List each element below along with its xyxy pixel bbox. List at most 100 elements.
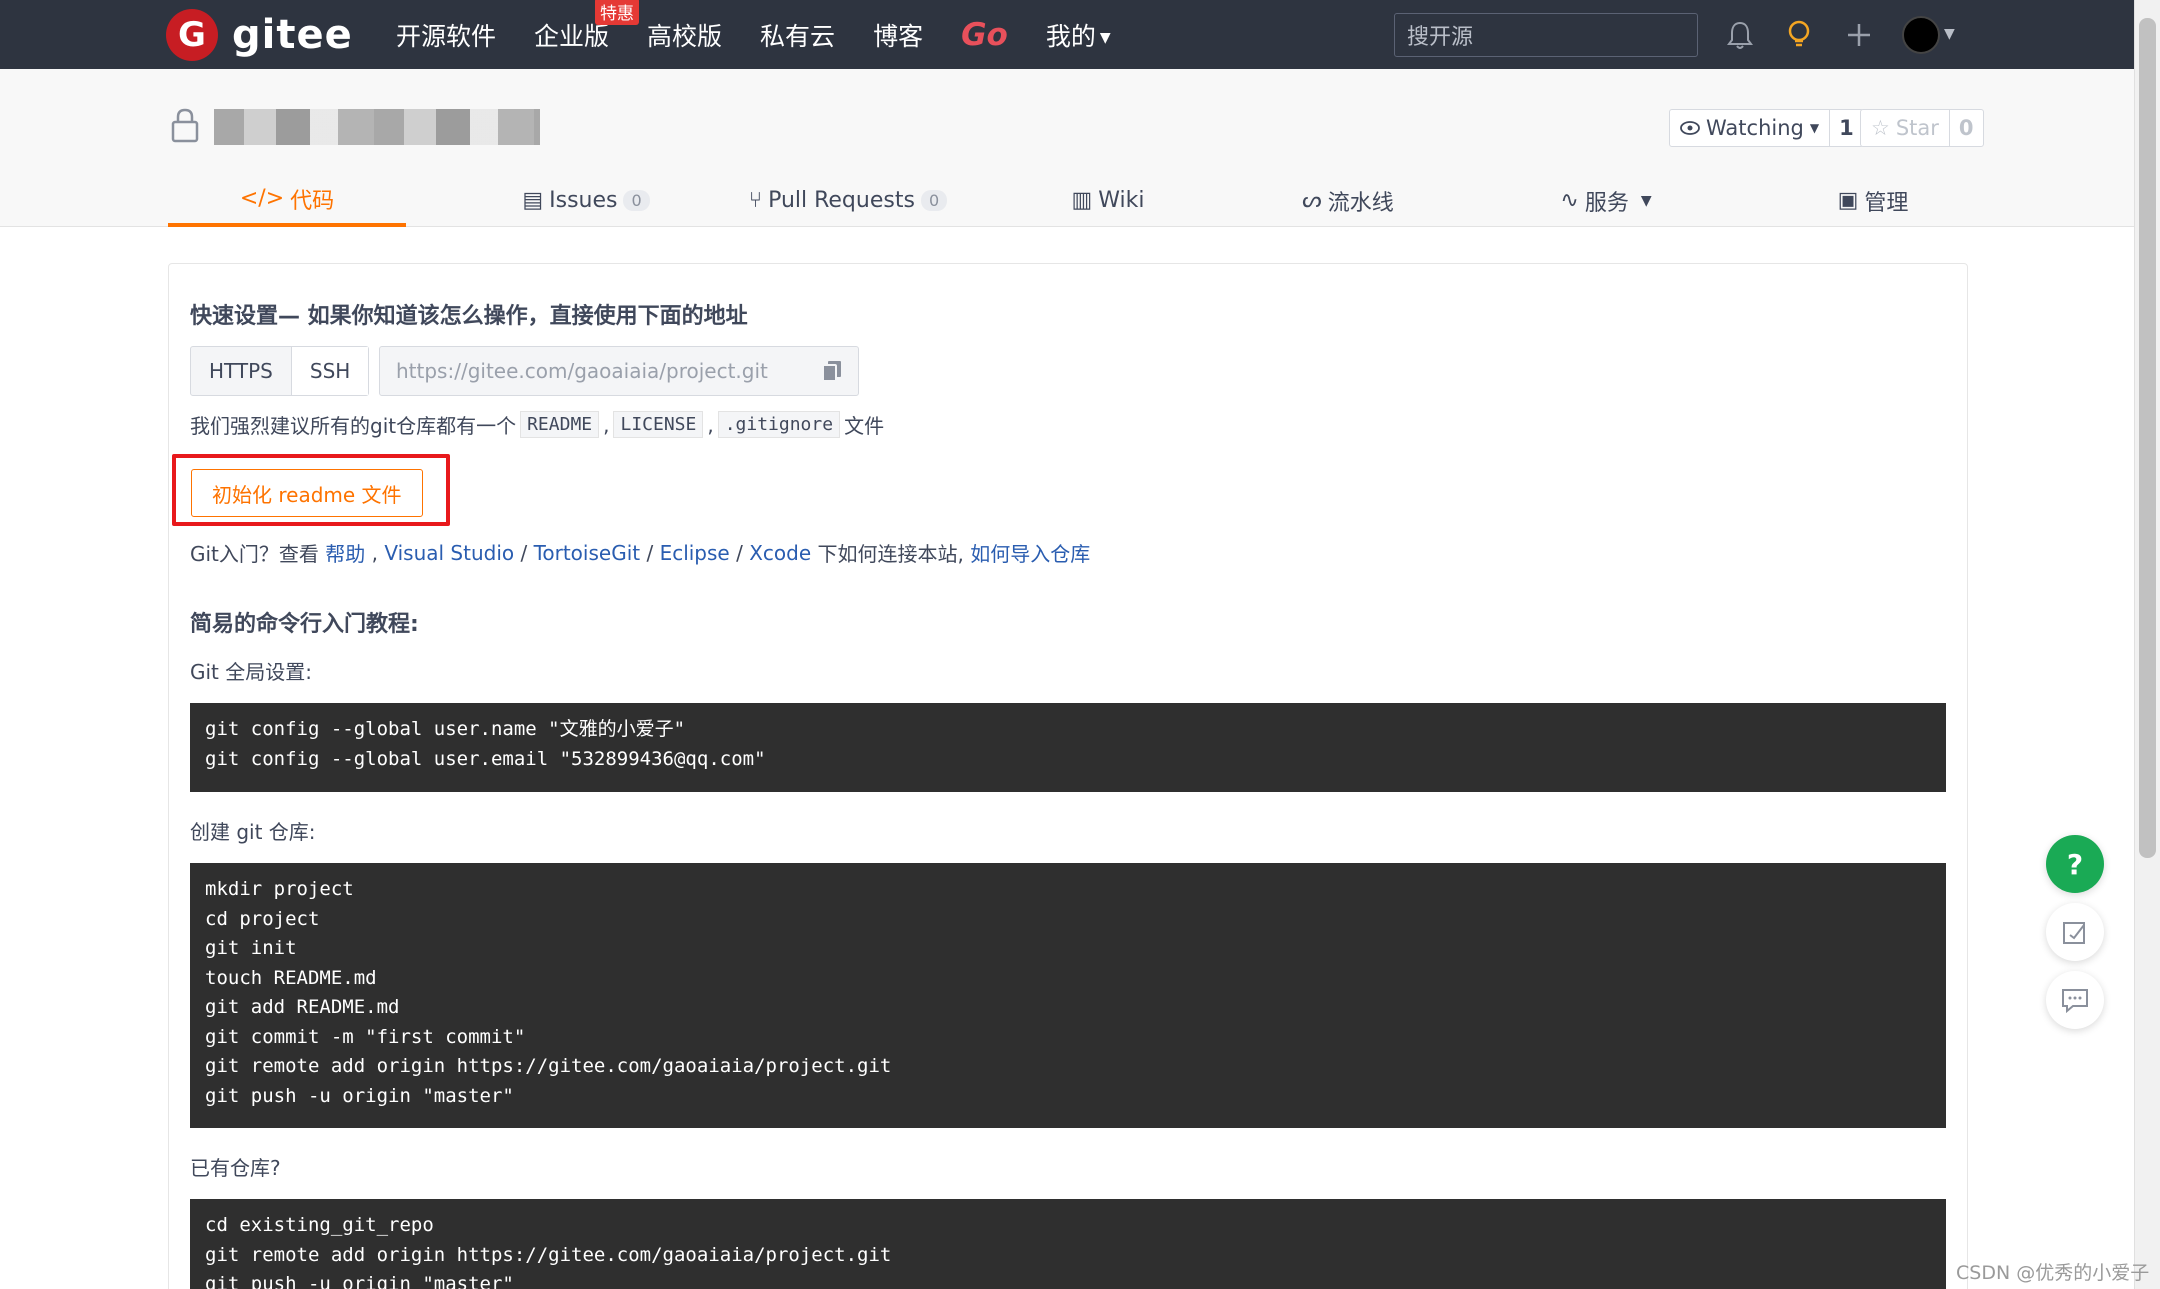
repo-tabs: </> 代码 ▤ Issues 0 ⑂ Pull Requests 0 ▥ Wi… <box>168 174 1968 227</box>
tab-pipeline[interactable]: ᔕ 流水线 <box>1278 174 1418 227</box>
chat-icon <box>2062 989 2088 1013</box>
tab-code-label: 代码 <box>290 188 335 214</box>
scrollbar-thumb[interactable] <box>2139 18 2156 858</box>
nav-open-source[interactable]: 开源软件 <box>396 17 496 53</box>
avatar-chevron-down-icon[interactable]: ▼ <box>1944 26 1955 42</box>
pull-request-icon: ⑂ <box>748 188 763 213</box>
nav-blog[interactable]: 博客 <box>873 17 923 53</box>
tab-issues-label: Issues <box>549 188 618 213</box>
tab-manage-label: 管理 <box>1864 190 1909 216</box>
create-repo-code[interactable]: mkdir project cd project git init touch … <box>190 863 1946 1128</box>
tab-wiki[interactable]: ▥ Wiki <box>1048 174 1168 227</box>
help-line: Git入门？查看 帮助 , Visual Studio / TortoiseGi… <box>190 538 1090 567</box>
eclipse-link[interactable]: Eclipse <box>660 541 730 565</box>
visual-studio-link[interactable]: Visual Studio <box>384 541 514 565</box>
star-label: Star <box>1895 116 1939 140</box>
help-suffix: 下如何连接本站, <box>817 542 964 566</box>
book-icon: ▥ <box>1071 188 1093 213</box>
tab-code[interactable]: </> 代码 <box>168 174 406 227</box>
tab-issues[interactable]: ▤ Issues 0 <box>486 174 686 227</box>
init-readme-button[interactable]: 初始化 readme 文件 <box>191 469 423 517</box>
create-repo-label: 创建 git 仓库: <box>190 820 316 844</box>
tab-pipeline-label: 流水线 <box>1327 190 1394 216</box>
gitee-logo-icon: G <box>166 9 218 61</box>
edit-icon <box>2063 922 2085 944</box>
clone-url-input[interactable]: https://gitee.com/gaoaiaia/project.git <box>379 346 859 396</box>
tab-wiki-label: Wiki <box>1098 188 1145 213</box>
nav-links: 开源软件 企业版 特惠 高校版 私有云 博客 Go 我的 ▼ <box>396 0 1149 69</box>
issues-count: 0 <box>623 190 650 211</box>
global-config-code[interactable]: git config --global user.name "文雅的小爱子" g… <box>190 703 1946 792</box>
pulls-count: 0 <box>920 190 948 211</box>
star-button[interactable]: ☆ Star <box>1861 110 1950 146</box>
search-input[interactable]: 搜开源 <box>1394 13 1698 57</box>
quick-setup-panel: 快速设置— 如果你知道该怎么操作，直接使用下面的地址 HTTPS SSH htt… <box>168 263 1968 1289</box>
page-scrollbar[interactable] <box>2134 0 2160 1289</box>
services-chevron-down-icon: ▼ <box>1640 192 1652 209</box>
comma-1: , <box>603 412 610 437</box>
import-repo-link[interactable]: 如何导入仓库 <box>970 538 1090 567</box>
chevron-down-icon: ▼ <box>1099 29 1111 46</box>
nav-mine-label: 我的 <box>1045 21 1096 51</box>
comma-2: , <box>707 412 714 437</box>
nav-enterprise[interactable]: 企业版 特惠 <box>534 0 640 53</box>
recommend-suffix: 文件 <box>844 414 885 438</box>
nav-education[interactable]: 高校版 <box>647 17 722 53</box>
star-button-group: ☆ Star 0 <box>1860 109 1984 147</box>
watch-chevron-down-icon: ▼ <box>1809 121 1820 135</box>
tab-pulls-label: Pull Requests <box>768 188 915 213</box>
star-count[interactable]: 0 <box>1950 110 1983 146</box>
tab-services-label: 服务 <box>1584 190 1629 216</box>
recommend-line: 我们强烈建议所有的git仓库都有一个 README, LICENSE, .git… <box>190 410 884 439</box>
ssh-button[interactable]: SSH <box>290 347 369 395</box>
existing-repo-code[interactable]: cd existing_git_repo git remote add orig… <box>190 1199 1946 1289</box>
watch-button-group: Watching ▼ 1 <box>1669 109 1864 147</box>
protocol-switch: HTTPS SSH <box>190 346 370 396</box>
manage-icon: ▣ <box>1837 188 1859 213</box>
existing-repo-label: 已有仓库? <box>190 1156 281 1180</box>
watch-label: Watching <box>1706 116 1804 140</box>
star-icon: ☆ <box>1871 116 1890 140</box>
global-settings-label: Git 全局设置: <box>190 660 312 684</box>
tutorial-title: 简易的命令行入门教程: <box>190 612 419 637</box>
tab-services[interactable]: ∿ 服务 ▼ <box>1536 174 1676 227</box>
clone-url-text: https://gitee.com/gaoaiaia/project.git <box>396 359 768 383</box>
hot-badge: 特惠 <box>595 0 640 25</box>
lock-icon <box>170 107 200 147</box>
https-button[interactable]: HTTPS <box>191 347 291 395</box>
repo-name-redacted[interactable] <box>214 109 540 145</box>
help-prefix: Git入门？查看 <box>190 542 319 566</box>
watch-button[interactable]: Watching ▼ <box>1670 110 1831 146</box>
repo-header: Watching ▼ 1 ☆ Star 0 </> 代码 ▤ Issues 0 … <box>0 69 2134 227</box>
search-placeholder: 搜开源 <box>1407 25 1474 50</box>
nav-private-cloud[interactable]: 私有云 <box>760 17 835 53</box>
eye-icon <box>1680 121 1700 135</box>
gitee-logo[interactable]: G gitee <box>166 9 353 61</box>
watch-count[interactable]: 1 <box>1830 110 1863 146</box>
nav-go[interactable]: Go <box>961 17 1008 53</box>
issues-icon: ▤ <box>522 188 544 213</box>
tab-pull-requests[interactable]: ⑂ Pull Requests 0 <box>728 174 968 227</box>
copy-icon[interactable] <box>822 360 842 387</box>
chat-float-button[interactable] <box>2046 971 2104 1029</box>
nav-enterprise-label: 企业版 <box>534 21 610 51</box>
nav-mine[interactable]: 我的 ▼ <box>1046 17 1111 53</box>
recommend-prefix: 我们强烈建议所有的git仓库都有一个 <box>190 414 517 438</box>
license-chip: LICENSE <box>613 411 704 438</box>
lightbulb-icon[interactable] <box>1781 17 1817 53</box>
tab-manage[interactable]: ▣ 管理 <box>1808 174 1938 227</box>
gitignore-chip: .gitignore <box>717 411 841 438</box>
avatar[interactable] <box>1902 16 1940 54</box>
csdn-watermark: CSDN @优秀的小爱子 <box>1956 1262 2150 1284</box>
question-icon: ? <box>2066 847 2084 881</box>
pipeline-icon: ᔕ <box>1302 188 1322 213</box>
tortoisegit-link[interactable]: TortoiseGit <box>534 541 641 565</box>
help-float-button[interactable]: ? <box>2046 835 2104 893</box>
help-link[interactable]: 帮助 <box>325 538 365 567</box>
feedback-float-button[interactable] <box>2046 903 2104 961</box>
code-icon: </> <box>239 186 285 211</box>
bell-icon[interactable] <box>1722 17 1758 53</box>
top-navbar: G gitee 开源软件 企业版 特惠 高校版 私有云 博客 Go 我的 ▼ 搜开… <box>0 0 2134 69</box>
xcode-link[interactable]: Xcode <box>749 541 811 565</box>
plus-icon[interactable] <box>1841 17 1877 53</box>
